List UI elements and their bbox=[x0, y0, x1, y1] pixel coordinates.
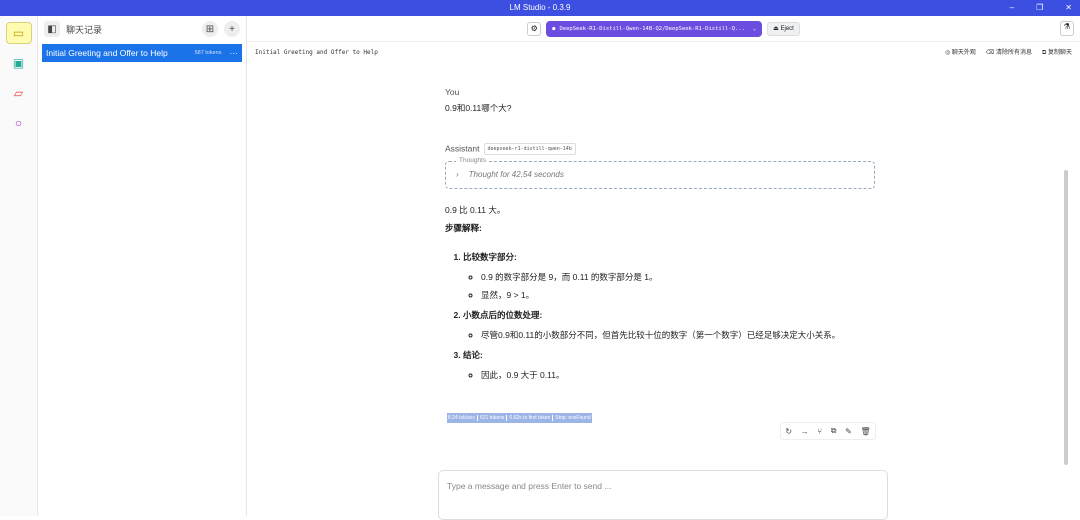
close-button[interactable]: ✕ bbox=[1065, 0, 1072, 16]
thoughts-label: Thoughts bbox=[456, 156, 490, 164]
stat: 521 tokens bbox=[476, 415, 504, 421]
top-bar: ⚙ ● DeepSeek-R1-Distill-Qwen-14B-Q2/DeepS… bbox=[247, 16, 1080, 42]
chat-list-item[interactable]: Initial Greeting and Offer to Help 587 t… bbox=[42, 44, 242, 62]
chat-title: Initial Greeting and Offer to Help bbox=[46, 48, 168, 58]
eject-label: Eject bbox=[780, 25, 794, 32]
sidebar-title: 聊天记录 bbox=[66, 24, 103, 35]
label: 复制聊天 bbox=[1047, 50, 1072, 56]
nav-rail: ▭ ▣ ▱ ○ bbox=[0, 16, 38, 516]
thoughts-panel[interactable]: Thoughts › Thought for 42.54 seconds bbox=[445, 156, 875, 189]
eject-button[interactable]: ⏏ Eject bbox=[767, 21, 800, 36]
answer-text: 0.9 比 0.11 大。 bbox=[445, 204, 506, 215]
chat-header: Initial Greeting and Offer to Help ◎ 聊天外… bbox=[247, 43, 1080, 61]
model-icon: ● bbox=[552, 25, 556, 32]
chevron-right-icon: › bbox=[456, 170, 459, 180]
clear-messages-button[interactable]: ⌫ 清除所有消息 bbox=[986, 47, 1032, 57]
user-message: 0.9和0.11哪个大? bbox=[445, 103, 512, 113]
step-title: 小数点后的位数处理: bbox=[463, 309, 543, 320]
bullet: 尽管0.9和0.11的小数部分不同，但首先比较十位的数字（第一个数字）已经足够决… bbox=[481, 329, 875, 341]
steps-list: 比较数字部分: 0.9 的数字部分是 9，而 0.11 的数字部分是 1。显然，… bbox=[463, 251, 875, 381]
bullet: 0.9 的数字部分是 9，而 0.11 的数字部分是 1。 bbox=[481, 271, 875, 283]
label: 清除所有消息 bbox=[996, 50, 1033, 56]
terminal-icon[interactable]: ▣ bbox=[6, 52, 32, 74]
title-bar: LM Studio - 0.3.9 – ❐ ✕ bbox=[0, 0, 1080, 16]
thoughts-summary: Thought for 42.54 seconds bbox=[468, 170, 564, 180]
label: 聊天外观 bbox=[951, 50, 976, 56]
regenerate-icon[interactable]: ↻ bbox=[785, 427, 792, 436]
assistant-label: Assistant bbox=[445, 143, 480, 154]
folder-icon[interactable]: ▱ bbox=[6, 82, 32, 104]
step: 结论: 因此，0.9 大于 0.11。 bbox=[463, 349, 875, 381]
chat-header-title: Initial Greeting and Offer to Help bbox=[255, 48, 378, 56]
edit-icon[interactable]: ✎ bbox=[845, 427, 852, 436]
chat-token-count: 587 tokens bbox=[194, 50, 222, 56]
copy-icon[interactable]: ⧉ bbox=[831, 426, 837, 436]
stat: 8.24 tok/sec bbox=[448, 415, 475, 421]
message-actions: ↻ → ⑂ ⧉ ✎ 🗑 bbox=[780, 422, 876, 440]
user-label: You bbox=[445, 87, 460, 97]
continue-icon[interactable]: → bbox=[801, 427, 809, 436]
settings-icon[interactable]: ⚙ bbox=[527, 21, 542, 36]
model-name: DeepSeek-R1-Distill-Qwen-14B-Q2/DeepSeek… bbox=[559, 25, 745, 32]
sidebar-toggle-icon[interactable]: ◧ bbox=[44, 21, 60, 37]
new-chat-button[interactable]: + bbox=[224, 21, 240, 37]
new-folder-button[interactable]: ⊞ bbox=[202, 21, 218, 37]
model-badge: deepseek-r1-distill-qwen-14b bbox=[483, 142, 576, 155]
bullet: 因此，0.9 大于 0.11。 bbox=[481, 369, 875, 381]
model-selector[interactable]: ● DeepSeek-R1-Distill-Qwen-14B-Q2/DeepSee… bbox=[546, 20, 763, 37]
chat-sidebar: ◧ 聊天记录 ⊞ + Initial Greeting and Offer to… bbox=[38, 16, 247, 516]
conversation: You 0.9和0.11哪个大? Assistant deepseek-r1-di… bbox=[445, 80, 875, 389]
scrollbar[interactable] bbox=[1064, 170, 1068, 465]
flask-icon[interactable]: ⚗ bbox=[1060, 21, 1074, 36]
input-placeholder: Type a message and press Enter to send .… bbox=[447, 481, 612, 491]
delete-icon[interactable]: 🗑 bbox=[860, 427, 870, 436]
steps-heading: 步骤解释: bbox=[445, 222, 482, 233]
message-input[interactable]: Type a message and press Enter to send .… bbox=[438, 470, 888, 520]
search-icon[interactable]: ○ bbox=[6, 112, 32, 134]
chevron-down-icon: ⌄ bbox=[752, 25, 757, 32]
step-title: 比较数字部分: bbox=[463, 251, 517, 262]
chat-appearance-button[interactable]: ◎ 聊天外观 bbox=[945, 47, 976, 57]
copy-chat-button[interactable]: ⧉ 复制聊天 bbox=[1042, 47, 1072, 57]
maximize-button[interactable]: ❐ bbox=[1036, 0, 1043, 16]
stat: Stop: eosFound bbox=[552, 415, 591, 421]
step: 比较数字部分: 0.9 的数字部分是 9，而 0.11 的数字部分是 1。显然，… bbox=[463, 251, 875, 301]
minimize-button[interactable]: – bbox=[1010, 0, 1014, 16]
step-title: 结论: bbox=[463, 349, 483, 360]
step: 小数点后的位数处理: 尽管0.9和0.11的小数部分不同，但首先比较十位的数字（… bbox=[463, 309, 875, 341]
branch-icon[interactable]: ⑂ bbox=[817, 427, 822, 436]
bullet: 显然，9 > 1。 bbox=[481, 289, 875, 301]
stat: 0.62s to first token bbox=[506, 415, 550, 421]
chat-icon[interactable]: ▭ bbox=[5, 22, 32, 44]
window-title: LM Studio - 0.3.9 bbox=[509, 3, 571, 12]
more-icon[interactable]: ··· bbox=[230, 48, 239, 58]
generation-stats: 8.24 tok/sec 521 tokens 0.62s to first t… bbox=[447, 413, 592, 423]
